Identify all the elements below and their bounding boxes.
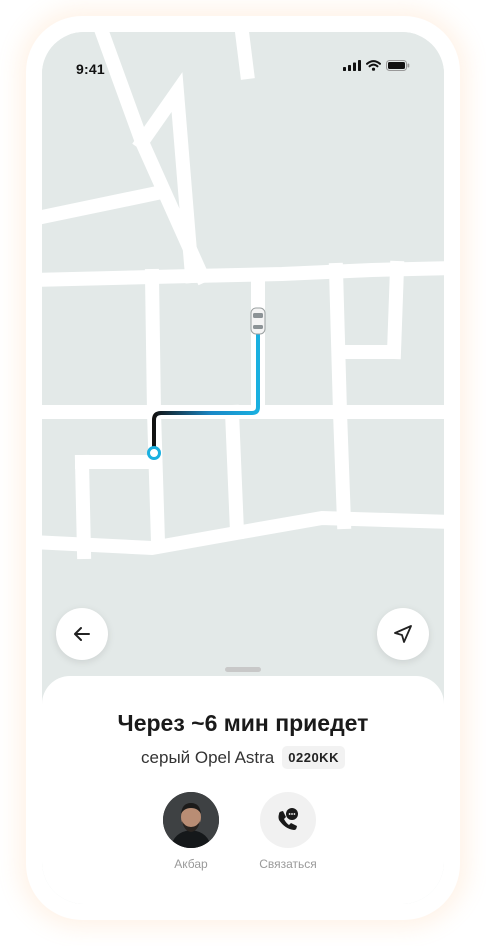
driver-button[interactable]: Акбар (151, 792, 231, 871)
signal-icon (343, 60, 361, 71)
navigation-arrow-icon (394, 625, 412, 643)
road (224, 404, 245, 540)
driver-photo (163, 792, 219, 848)
eta-title: Через ~6 мин приедет (117, 710, 369, 736)
road (328, 262, 352, 530)
road (386, 260, 405, 360)
map-canvas (42, 32, 444, 692)
screen: 9:41 Через ~6 мин приедет серый Opel Ast… (42, 32, 444, 904)
status-time: 9:41 (76, 61, 105, 77)
map-view[interactable]: 9:41 (42, 32, 444, 692)
car-info: серый Opel Astra 0220KK (42, 746, 444, 769)
arrow-left-icon (74, 627, 90, 641)
contact-label: Связаться (259, 857, 317, 871)
phone-frame: 9:41 Через ~6 мин приедет серый Opel Ast… (26, 16, 460, 920)
status-icons (343, 60, 410, 71)
contact-button[interactable]: Связаться (248, 792, 328, 871)
locate-button[interactable] (377, 608, 429, 660)
sheet-grabber[interactable] (225, 667, 261, 672)
plate-badge: 0220KK (282, 746, 345, 769)
pickup-point (147, 446, 161, 460)
phone-chat-icon (278, 808, 298, 830)
driver-name: Акбар (174, 857, 208, 871)
wifi-icon (366, 60, 381, 71)
road (144, 268, 166, 550)
avatar (163, 792, 219, 848)
status-bar: 9:41 (42, 32, 444, 77)
car-icon (250, 307, 266, 335)
contact-circle (260, 792, 316, 848)
back-button[interactable] (56, 608, 108, 660)
battery-icon (386, 60, 410, 71)
car-description: серый Opel Astra (141, 747, 275, 767)
road (74, 454, 92, 560)
